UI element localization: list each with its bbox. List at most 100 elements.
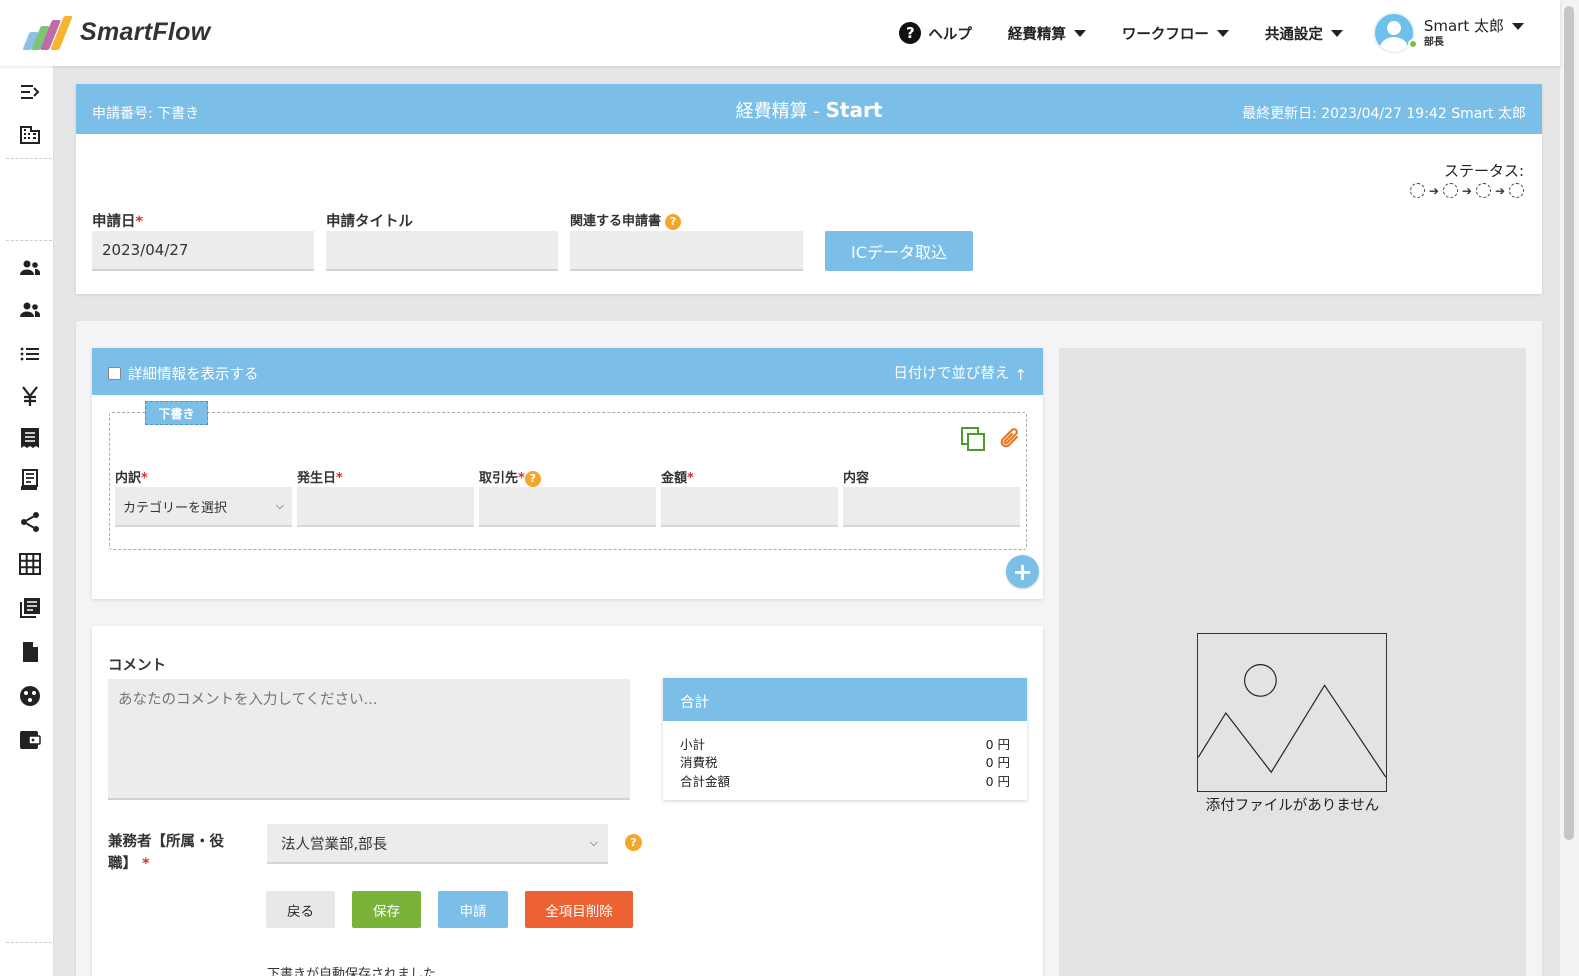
content-label: 内容 [843, 471, 870, 486]
category-select[interactable]: カテゴリーを選択 ⌵ [115, 487, 292, 527]
apply-button[interactable]: 申請 [438, 891, 508, 928]
clear-all-button[interactable]: 全項目削除 [525, 891, 633, 928]
online-status-dot [1408, 39, 1418, 49]
back-button[interactable]: 戻る [266, 891, 335, 928]
chevron-down-icon: ⌵ [275, 499, 284, 512]
occurrence-date-input[interactable] [297, 487, 474, 527]
image-placeholder-icon [1197, 633, 1387, 792]
arrow-right-icon: ➔ [1494, 183, 1505, 198]
totals-header: 合計 [663, 678, 1027, 721]
nav-workflow-label: ワークフロー [1121, 26, 1209, 43]
scrollbar-thumb[interactable] [1564, 6, 1574, 840]
users-group-icon[interactable] [18, 298, 42, 322]
related-application-label: 関連する申請書? [570, 210, 682, 230]
category-label: 内訳* [115, 471, 148, 486]
detail-bar: 詳細情報を表示する 日付けで並び替え ↑ [92, 348, 1043, 395]
help-icon: ? [899, 22, 922, 44]
application-date-label: 申請日* [92, 214, 144, 230]
chevron-down-icon: ⌵ [589, 836, 598, 849]
users-icon[interactable] [18, 256, 42, 280]
help-question-icon[interactable]: ? [665, 213, 682, 230]
logo-mark-icon [20, 14, 73, 50]
user-role: 部長 [1423, 37, 1444, 49]
status-label: ステータス: [1443, 162, 1524, 180]
comment-label: コメント [108, 658, 166, 674]
ic-data-import-button[interactable]: ICデータ取込 [825, 231, 973, 271]
page-scrollbar[interactable] [1560, 0, 1579, 976]
vendor-input[interactable] [479, 487, 656, 527]
caret-down-icon [1073, 29, 1086, 37]
top-bar: SmartFlow ? ヘルプ 経費精算 ワークフロー 共通設定 Smart 太… [0, 0, 1560, 66]
arrow-right-icon: ➔ [1428, 183, 1439, 198]
avatar [1372, 12, 1415, 54]
yen-icon[interactable] [18, 384, 42, 408]
subtotal-row: 小計 0 円 [680, 737, 1010, 752]
building-icon[interactable] [18, 122, 42, 146]
related-application-input[interactable] [570, 231, 803, 271]
caret-down-icon [1330, 29, 1343, 37]
help-question-icon[interactable]: ? [524, 470, 541, 487]
vendor-label: 取引先*? [479, 467, 541, 487]
totals-box: 合計 小計 0 円 消費税 0 円 合計金額 0 円 [663, 678, 1027, 800]
menu-expand-icon[interactable] [18, 80, 42, 104]
no-attachment-text: 添付ファイルがありません [1205, 798, 1380, 814]
application-date-input[interactable] [92, 231, 314, 271]
nav-help[interactable]: ? ヘルプ [899, 22, 972, 44]
status-step-icon [1409, 183, 1425, 198]
nav-common-label: 共通設定 [1264, 26, 1323, 43]
amount-label: 金額* [661, 471, 694, 486]
content-input[interactable] [843, 487, 1020, 527]
sort-by-date-link[interactable]: 日付けで並び替え ↑ [893, 360, 1027, 385]
tax-row: 消費税 0 円 [680, 755, 1010, 770]
occurrence-date-label: 発生日* [297, 471, 343, 486]
draft-tag: 下書き [145, 401, 208, 425]
copy-icon[interactable] [959, 425, 987, 453]
attachment-panel: 添付ファイルがありません [1059, 348, 1526, 976]
comment-textarea[interactable] [108, 679, 630, 800]
application-title-label: 申請タイトル [326, 214, 413, 230]
paperclip-icon[interactable] [997, 425, 1025, 453]
nav-help-label: ヘルプ [928, 26, 972, 43]
approver-select[interactable]: 法人営業部,部長 ⌵ [267, 824, 608, 864]
status-step-icon [1509, 183, 1524, 198]
user-menu[interactable]: Smart 太郎 部長 [1372, 12, 1524, 54]
file-icon[interactable] [18, 640, 42, 664]
arrow-up-icon: ↑ [1014, 366, 1027, 384]
logo[interactable]: SmartFlow [20, 14, 211, 50]
palette-icon[interactable] [18, 684, 42, 708]
status-step-icon [1442, 183, 1458, 198]
list-icon[interactable] [18, 342, 42, 366]
nav-workflow-menu[interactable]: ワークフロー [1122, 23, 1229, 44]
sidebar-divider [6, 158, 52, 159]
last-updated: 最終更新日: 2023/04/27 19:42 Smart 太郎 [1242, 106, 1526, 122]
top-nav: ? ヘルプ 経費精算 ワークフロー 共通設定 Smart 太郎 部長 [863, 0, 1524, 66]
save-button[interactable]: 保存 [352, 891, 421, 928]
expense-detail-card: 詳細情報を表示する 日付けで並び替え ↑ 下書き 内訳* カテゴリーを選択 ⌵ 発… [92, 348, 1043, 599]
sidebar [0, 66, 54, 976]
arrow-right-icon: ➔ [1461, 183, 1472, 198]
caret-down-icon [1512, 22, 1524, 30]
nav-expense-label: 経費精算 [1007, 26, 1066, 43]
receipt-icon[interactable] [18, 426, 42, 450]
status-step-icon [1475, 183, 1491, 198]
library-books-icon[interactable] [18, 596, 42, 620]
user-name: Smart 太郎 [1423, 16, 1504, 35]
amount-input[interactable] [661, 487, 838, 527]
show-details-checkbox[interactable] [108, 367, 121, 380]
show-details-toggle[interactable]: 詳細情報を表示する [108, 363, 259, 384]
receipt-long-icon[interactable] [18, 468, 42, 492]
share-icon[interactable] [18, 510, 42, 534]
autosave-note: 下書きが自動保存されました [267, 967, 437, 976]
application-title-input[interactable] [326, 231, 558, 271]
wallet-icon[interactable] [18, 728, 42, 752]
comment-card: コメント 合計 小計0 円 消費税0 円 合計金額0 円 兼務者【所属・役職】 … [92, 626, 1043, 976]
nav-common-settings-menu[interactable]: 共通設定 [1265, 23, 1343, 44]
help-question-icon[interactable]: ? [625, 834, 642, 851]
nav-expense-menu[interactable]: 経費精算 [1008, 23, 1086, 44]
grid-icon[interactable] [18, 552, 42, 576]
header-bar: 申請番号: 下書き 経費精算 - Start 最終更新日: 2023/04/27… [76, 84, 1542, 134]
approver-label: 兼務者【所属・役職】 * [108, 834, 224, 872]
add-item-button[interactable]: + [1006, 555, 1039, 588]
grand-total-row: 合計金額 0 円 [680, 774, 1010, 789]
expense-item-row: 下書き 内訳* カテゴリーを選択 ⌵ 発生日* 取引先*? 金額* 内容 [109, 401, 1027, 550]
